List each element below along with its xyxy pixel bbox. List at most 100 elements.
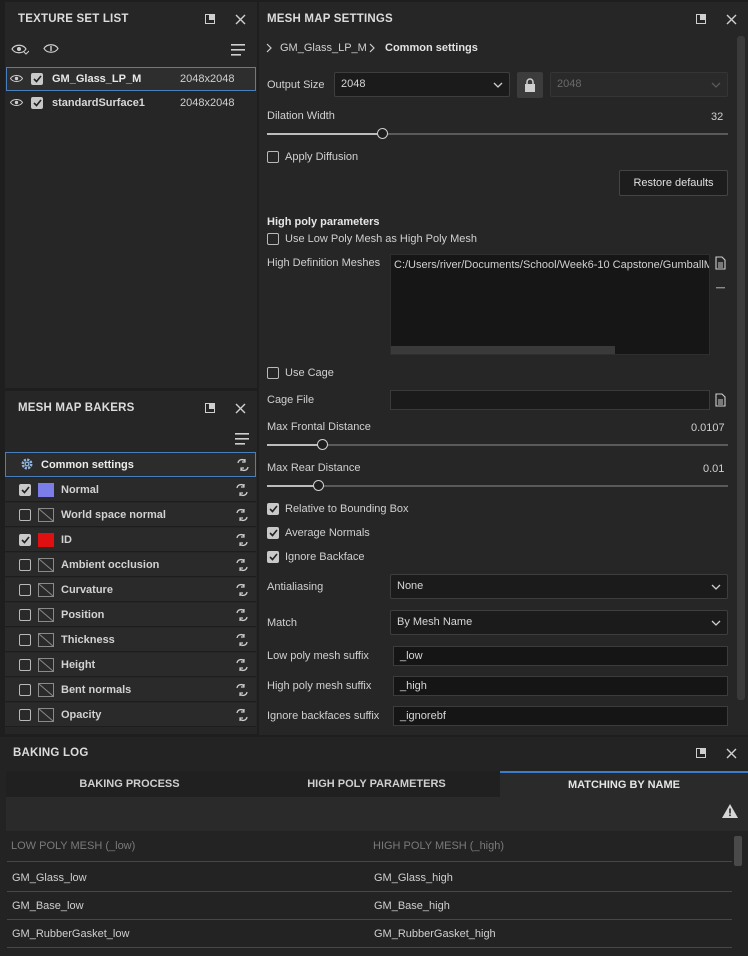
baker-checkbox[interactable] (19, 633, 31, 646)
close-icon[interactable] (724, 12, 738, 26)
texture-set-row[interactable]: standardSurface1 2048x2048 (6, 91, 256, 115)
high-mesh-cell: GM_RubberGasket_high (374, 928, 496, 940)
baker-row[interactable]: Bent normals (5, 678, 256, 702)
relink-icon[interactable] (234, 633, 250, 650)
max-frontal-value: 0.0107 (691, 422, 725, 434)
low-suffix-value: _low (400, 650, 423, 662)
baker-checkbox[interactable] (19, 608, 31, 621)
file-open-icon[interactable] (715, 256, 726, 273)
visibility-all-icon[interactable] (11, 43, 30, 58)
match-select[interactable]: By Mesh Name (390, 610, 728, 635)
relink-icon[interactable] (234, 683, 250, 700)
relative-bbox-checkbox[interactable] (267, 503, 279, 515)
settings-scrollbar[interactable] (737, 36, 745, 700)
baker-row[interactable]: Opacity (5, 703, 256, 727)
cage-file-input[interactable] (390, 390, 710, 410)
chevron-down-icon (493, 79, 503, 91)
output-size-label: Output Size (267, 79, 325, 91)
relink-icon[interactable] (234, 533, 250, 550)
eye-icon[interactable] (9, 98, 24, 110)
baker-checkbox[interactable] (19, 658, 31, 671)
eye-icon[interactable] (9, 74, 24, 86)
dilation-width-slider[interactable] (267, 127, 728, 141)
output-size-select[interactable]: 2048 (334, 72, 510, 97)
use-cage-checkbox[interactable] (267, 367, 279, 379)
hd-meshes-hscrollbar[interactable] (391, 346, 615, 354)
texture-set-name: GM_Glass_LP_M (52, 73, 142, 85)
undock-icon[interactable] (694, 12, 708, 26)
mesh-map-bakers-header: MESH MAP BAKERS (5, 391, 257, 425)
baker-checkbox[interactable] (19, 583, 31, 596)
high-mesh-cell: GM_Glass_high (374, 872, 453, 884)
list-menu-icon[interactable] (235, 433, 249, 448)
tab-baking-process[interactable]: BAKING PROCESS (6, 771, 253, 797)
baker-row[interactable]: World space normal (5, 503, 256, 527)
relink-icon[interactable] (234, 583, 250, 600)
baker-row[interactable]: Curvature (5, 578, 256, 602)
high-suffix-label: High poly mesh suffix (267, 680, 372, 692)
disabled-swatch-icon (38, 707, 54, 722)
baker-label: Normal (61, 483, 99, 496)
relink-icon[interactable] (234, 608, 250, 625)
log-scrollbar[interactable] (734, 836, 742, 866)
average-normals-checkbox[interactable] (267, 527, 279, 539)
baker-row[interactable]: Thickness (5, 628, 256, 652)
restore-defaults-button[interactable]: Restore defaults (619, 170, 728, 196)
disabled-swatch-icon (38, 507, 54, 522)
undock-icon[interactable] (203, 12, 217, 26)
relink-icon[interactable] (235, 458, 251, 475)
texture-set-checkbox[interactable] (31, 97, 43, 109)
remove-icon[interactable] (716, 280, 725, 292)
relink-icon[interactable] (234, 658, 250, 675)
texture-set-checkbox[interactable] (31, 73, 43, 85)
chevron-right-icon (369, 43, 375, 56)
texture-set-row[interactable]: GM_Glass_LP_M 2048x2048 (6, 67, 256, 91)
baker-checkbox[interactable] (19, 708, 31, 721)
ignore-backface-checkbox[interactable] (267, 551, 279, 563)
baker-row[interactable]: Normal (5, 478, 256, 502)
disabled-swatch-icon (38, 657, 54, 672)
baker-row[interactable]: Height (5, 653, 256, 677)
low-suffix-input[interactable]: _low (393, 646, 728, 666)
tab-matching-by-name[interactable]: MATCHING BY NAME (500, 771, 748, 797)
antialiasing-select[interactable]: None (390, 574, 728, 599)
hd-mesh-path[interactable]: C:/Users/river/Documents/School/Week6-10… (394, 259, 709, 271)
high-suffix-input[interactable]: _high (393, 676, 728, 696)
breadcrumb-root[interactable]: GM_Glass_LP_M (280, 42, 367, 54)
use-low-poly-checkbox[interactable] (267, 233, 279, 245)
file-open-icon[interactable] (715, 393, 726, 410)
close-icon[interactable] (724, 746, 738, 760)
close-icon[interactable] (233, 401, 247, 415)
match-label: Match (267, 617, 297, 629)
lock-button[interactable] (517, 72, 543, 98)
baker-checkbox[interactable] (19, 508, 31, 521)
undock-icon[interactable] (694, 746, 708, 760)
relink-icon[interactable] (234, 483, 250, 500)
chevron-down-icon (711, 581, 721, 593)
max-rear-slider[interactable] (267, 479, 728, 493)
relink-icon[interactable] (234, 708, 250, 725)
apply-diffusion-checkbox[interactable] (267, 151, 279, 163)
baker-row[interactable]: ID (5, 528, 256, 552)
baker-checkbox[interactable] (19, 683, 31, 696)
baker-checkbox[interactable] (19, 483, 31, 496)
baker-row[interactable]: Position (5, 603, 256, 627)
common-settings-row[interactable]: Common settings (5, 452, 256, 477)
max-frontal-slider[interactable] (267, 438, 728, 452)
close-icon[interactable] (233, 12, 247, 26)
baker-checkbox[interactable] (19, 558, 31, 571)
relink-icon[interactable] (234, 558, 250, 575)
list-menu-icon[interactable] (231, 44, 245, 59)
disabled-swatch-icon (38, 607, 54, 622)
warning-icon[interactable] (722, 804, 738, 821)
undock-icon[interactable] (203, 401, 217, 415)
baker-label: World space normal (61, 508, 166, 521)
relink-icon[interactable] (234, 508, 250, 525)
baker-row[interactable]: Ambient occlusion (5, 553, 256, 577)
ignore-suffix-input[interactable]: _ignorebf (393, 706, 728, 726)
tab-high-poly-parameters[interactable]: HIGH POLY PARAMETERS (253, 771, 500, 797)
baker-checkbox[interactable] (19, 533, 31, 546)
visibility-info-icon[interactable] (43, 42, 59, 58)
high-poly-section-title: High poly parameters (267, 216, 380, 228)
hd-meshes-list[interactable]: C:/Users/river/Documents/School/Week6-10… (390, 254, 710, 355)
